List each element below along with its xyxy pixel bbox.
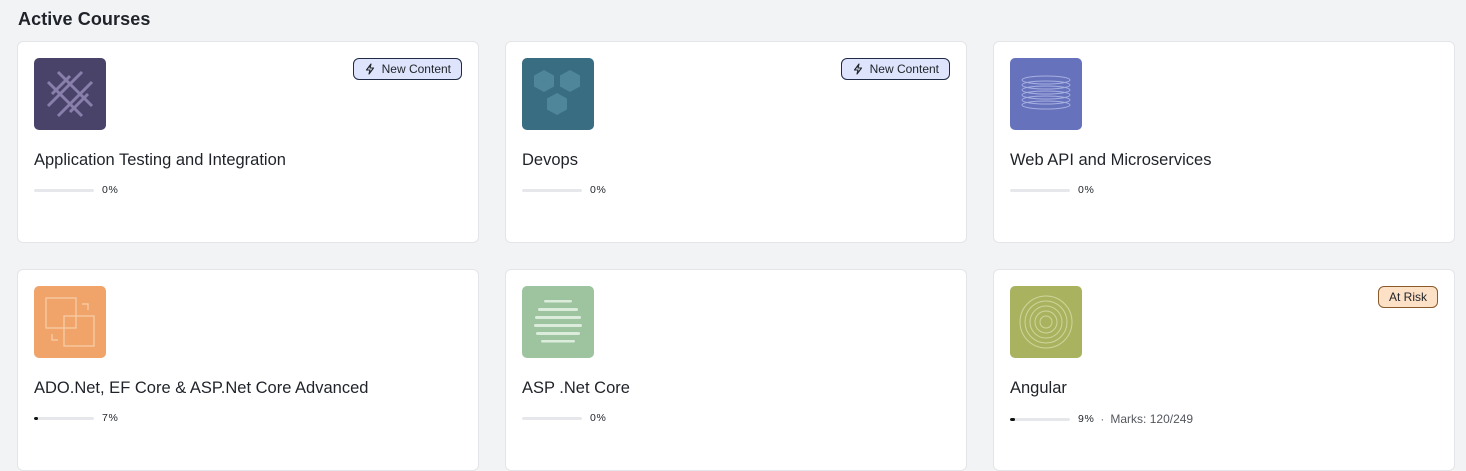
badge-label: New Content bbox=[381, 62, 451, 76]
course-card[interactable]: New Content Application Testing and Inte… bbox=[17, 41, 479, 243]
marks-text: Marks: 120/249 bbox=[1110, 412, 1194, 426]
course-card[interactable]: Web API and Microservices 0% bbox=[993, 41, 1455, 243]
progress-percent: 0% bbox=[102, 184, 119, 196]
concentric-circles-icon bbox=[1019, 295, 1073, 349]
course-progress: 9% · Marks: 120/249 bbox=[1010, 412, 1193, 426]
progress-bar bbox=[522, 416, 582, 420]
progress-bar bbox=[1010, 188, 1070, 192]
course-thumbnail bbox=[1010, 286, 1082, 358]
course-title: Application Testing and Integration bbox=[34, 151, 286, 169]
separator: · bbox=[1100, 412, 1105, 426]
progress-bar bbox=[34, 416, 94, 420]
course-title: ASP .Net Core bbox=[522, 379, 630, 397]
progress-bar bbox=[522, 188, 582, 192]
progress-percent: 7% bbox=[102, 412, 119, 424]
stacked-rings-icon bbox=[1021, 75, 1071, 110]
progress-percent: 9% bbox=[1078, 413, 1095, 425]
overlapping-squares-icon bbox=[45, 297, 95, 347]
progress-bar-fill bbox=[34, 416, 39, 420]
course-title: ADO.Net, EF Core & ASP.Net Core Advanced bbox=[34, 379, 369, 397]
course-progress: 0% bbox=[522, 412, 606, 424]
new-content-badge[interactable]: New Content bbox=[352, 58, 462, 80]
course-title: Web API and Microservices bbox=[1010, 151, 1212, 169]
course-thumbnail bbox=[1010, 58, 1082, 130]
course-card[interactable]: ADO.Net, EF Core & ASP.Net Core Advanced… bbox=[17, 269, 479, 471]
hexagons-icon bbox=[534, 70, 580, 115]
section-title: Active Courses bbox=[18, 9, 151, 29]
course-thumbnail bbox=[34, 286, 106, 358]
course-thumbnail bbox=[522, 286, 594, 358]
badge-label: New Content bbox=[869, 62, 939, 76]
course-thumbnail bbox=[522, 58, 594, 130]
course-progress: 7% bbox=[34, 412, 118, 424]
course-title: Devops bbox=[522, 151, 578, 169]
new-content-badge[interactable]: New Content bbox=[840, 58, 950, 80]
badge-label: At Risk bbox=[1388, 290, 1427, 304]
course-card[interactable]: ASP .Net Core 0% bbox=[505, 269, 967, 471]
course-title: Angular bbox=[1010, 379, 1067, 397]
course-card[interactable]: New Content Devops 0% bbox=[505, 41, 967, 243]
progress-bar bbox=[34, 188, 94, 192]
course-progress: 0% bbox=[34, 184, 118, 196]
progress-bar-fill bbox=[1010, 417, 1016, 421]
crossed-lines-icon bbox=[46, 70, 94, 118]
progress-percent: 0% bbox=[590, 412, 607, 424]
lightning-icon bbox=[853, 63, 862, 75]
striped-circle-icon bbox=[534, 300, 582, 343]
course-progress: 0% bbox=[522, 184, 606, 196]
lightning-icon bbox=[365, 63, 374, 75]
course-thumbnail bbox=[34, 58, 106, 130]
progress-percent: 0% bbox=[1078, 184, 1095, 196]
progress-bar bbox=[1010, 417, 1070, 421]
course-card[interactable]: At Risk Angular 9% · Marks: 120/249 bbox=[993, 269, 1455, 471]
progress-percent: 0% bbox=[590, 184, 607, 196]
course-progress: 0% bbox=[1010, 184, 1094, 196]
at-risk-badge[interactable]: At Risk bbox=[1377, 286, 1438, 308]
